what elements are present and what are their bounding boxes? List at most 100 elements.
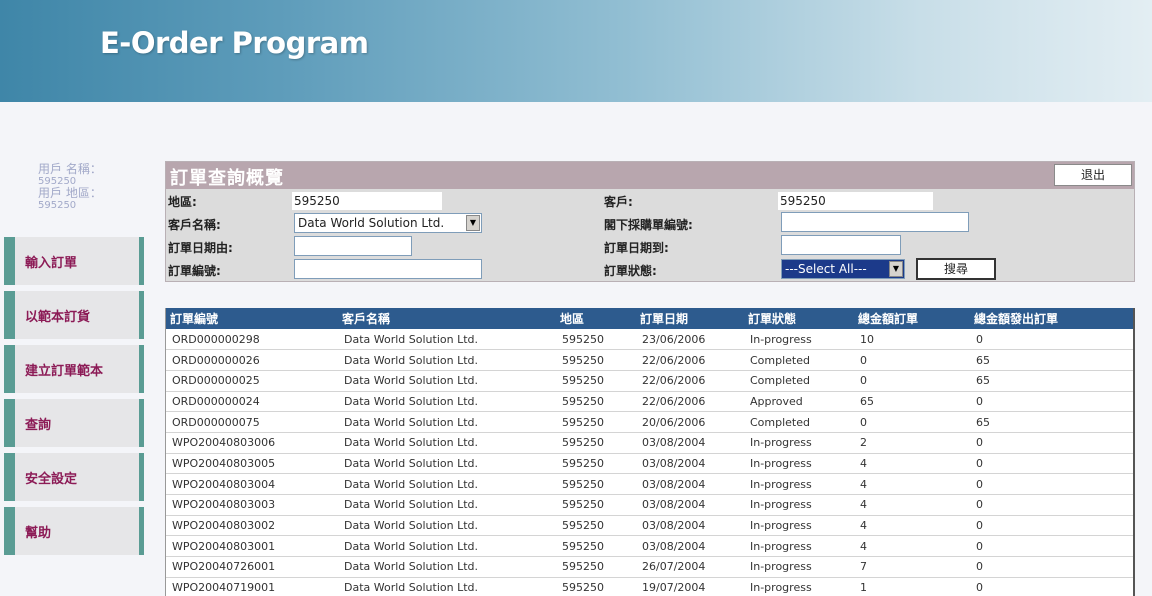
col-order-number-cell[interactable]: ORD000000024	[166, 391, 338, 413]
table-row[interactable]: WPO20040726001 Data World Solution Ltd. 59…	[166, 556, 1133, 578]
customer-name-select[interactable]: Data World Solution Ltd. ▼	[294, 213, 482, 233]
col-total-released-cell: 0	[970, 432, 1133, 454]
table-header-row: 訂單編號 客戶名稱 地區 訂單日期 訂單狀態 總金額訂單 總金額發出訂單	[166, 308, 1133, 329]
col-order-date-cell: 03/08/2004	[636, 515, 744, 537]
col-order-number-cell[interactable]: ORD000000025	[166, 370, 338, 392]
nav-item-security[interactable]: 安全設定	[4, 453, 144, 501]
col-total-released-cell: 0	[970, 453, 1133, 475]
order-status-select[interactable]: ---Select All--- ▼	[781, 259, 905, 279]
col-order-number-cell[interactable]: WPO20040726001	[166, 556, 338, 578]
table-row[interactable]: WPO20040803005 Data World Solution Ltd. 59…	[166, 453, 1133, 475]
col-order-date-cell: 23/06/2006	[636, 329, 744, 351]
nav-item-help[interactable]: 幫助	[4, 507, 144, 555]
order-number-label: 訂單編號:	[168, 264, 221, 278]
col-customer-name-cell: Data World Solution Ltd.	[338, 556, 556, 578]
col-customer-name-cell: Data World Solution Ltd.	[338, 329, 556, 351]
col-customer-name-cell: Data World Solution Ltd.	[338, 453, 556, 475]
col-order-date-header[interactable]: 訂單日期	[636, 308, 744, 329]
order-number-input[interactable]	[294, 259, 482, 279]
date-from-label: 訂單日期由:	[168, 241, 233, 255]
col-region-cell: 595250	[556, 556, 636, 578]
nav-item-create-template[interactable]: 建立訂單範本	[4, 345, 144, 393]
order-status-label: 訂單狀態:	[604, 264, 657, 278]
col-total-released-cell: 65	[970, 349, 1133, 371]
table-row[interactable]: WPO20040803001 Data World Solution Ltd. 59…	[166, 535, 1133, 558]
col-order-date-cell: 03/08/2004	[636, 473, 744, 495]
col-total-amount-cell: 1	[854, 577, 970, 596]
col-total-amount-cell: 0	[854, 411, 970, 433]
table-row[interactable]: WPO20040803004 Data World Solution Ltd. 59…	[166, 473, 1133, 495]
col-total-amount-cell: 4	[854, 473, 970, 495]
table-row[interactable]: ORD000000024 Data World Solution Ltd. 5952…	[166, 391, 1133, 413]
col-customer-name-cell: Data World Solution Ltd.	[338, 494, 556, 516]
col-order-status-cell: In-progress	[744, 432, 854, 454]
po-number-input[interactable]	[781, 212, 969, 232]
col-region-cell: 595250	[556, 535, 636, 558]
order-status-selected: ---Select All---	[785, 262, 867, 276]
user-info: 用戶 名稱： 595250 用戶 地區： 595250	[38, 163, 148, 212]
col-order-number-cell[interactable]: WPO20040803005	[166, 453, 338, 475]
logout-button[interactable]: 退出	[1054, 164, 1132, 186]
col-order-number-cell[interactable]: ORD000000026	[166, 349, 338, 371]
col-region-cell: 595250	[556, 329, 636, 351]
col-customer-name-cell: Data World Solution Ltd.	[338, 473, 556, 495]
col-order-date-cell: 03/08/2004	[636, 453, 744, 475]
customer-name-selected: Data World Solution Ltd.	[298, 216, 445, 230]
col-order-number-cell[interactable]: WPO20040803003	[166, 494, 338, 516]
col-order-number-cell[interactable]: WPO20040803006	[166, 432, 338, 454]
col-order-status-cell: Completed	[744, 349, 854, 371]
date-to-input[interactable]	[781, 235, 901, 255]
table-row[interactable]: WPO20040719001 Data World Solution Ltd. 59…	[166, 577, 1133, 596]
col-region-cell: 595250	[556, 515, 636, 537]
col-order-status-header[interactable]: 訂單狀態	[744, 308, 854, 329]
table-row[interactable]: ORD000000025 Data World Solution Ltd. 5952…	[166, 370, 1133, 392]
col-total-amount-cell: 10	[854, 329, 970, 351]
chevron-down-icon[interactable]: ▼	[889, 261, 903, 277]
chevron-down-icon[interactable]: ▼	[466, 215, 480, 231]
col-total-amount-cell: 4	[854, 515, 970, 537]
date-to-label: 訂單日期到:	[604, 241, 669, 255]
sidebar-nav: 輸入訂單 以範本訂貨 建立訂單範本 查詢 安全設定 幫助	[4, 237, 144, 561]
col-customer-name-header[interactable]: 客戶名稱	[338, 308, 556, 329]
col-total-released-cell: 0	[970, 473, 1133, 495]
table-row[interactable]: WPO20040803006 Data World Solution Ltd. 59…	[166, 432, 1133, 454]
col-total-amount-header[interactable]: 總金額訂單	[854, 308, 970, 329]
col-region-cell: 595250	[556, 473, 636, 495]
col-order-number-cell[interactable]: ORD000000298	[166, 329, 338, 351]
col-customer-name-cell: Data World Solution Ltd.	[338, 391, 556, 413]
table-row[interactable]: WPO20040803002 Data World Solution Ltd. 59…	[166, 515, 1133, 537]
table-row[interactable]: ORD000000075 Data World Solution Ltd. 5952…	[166, 411, 1133, 433]
col-total-released-header[interactable]: 總金額發出訂單	[970, 308, 1133, 329]
page-title: 訂單查詢概覽	[170, 168, 284, 189]
col-order-number-cell[interactable]: WPO20040803001	[166, 535, 338, 558]
customer-label: 客戶:	[604, 195, 633, 209]
user-region-value: 595250	[38, 200, 77, 211]
col-order-date-cell: 03/08/2004	[636, 535, 744, 558]
col-customer-name-cell: Data World Solution Ltd.	[338, 432, 556, 454]
table-row[interactable]: ORD000000298 Data World Solution Ltd. 5952…	[166, 329, 1133, 351]
col-region-header[interactable]: 地區	[556, 308, 636, 329]
nav-item-order-by-template[interactable]: 以範本訂貨	[4, 291, 144, 339]
col-total-amount-cell: 0	[854, 370, 970, 392]
region-label: 地區:	[168, 195, 197, 209]
col-order-date-cell: 19/07/2004	[636, 577, 744, 596]
col-order-date-cell: 03/08/2004	[636, 494, 744, 516]
col-total-amount-cell: 4	[854, 453, 970, 475]
app-title: E-Order Program	[100, 26, 369, 60]
col-total-released-cell: 0	[970, 556, 1133, 578]
col-order-number-cell[interactable]: WPO20040803002	[166, 515, 338, 537]
table-row[interactable]: ORD000000026 Data World Solution Ltd. 5952…	[166, 349, 1133, 371]
search-button[interactable]: 搜尋	[916, 258, 996, 280]
nav-item-new-order[interactable]: 輸入訂單	[4, 237, 144, 285]
col-order-status-cell: In-progress	[744, 556, 854, 578]
date-from-input[interactable]	[294, 236, 412, 256]
col-region-cell: 595250	[556, 577, 636, 596]
col-order-number-cell[interactable]: ORD000000075	[166, 411, 338, 433]
col-order-number-cell[interactable]: WPO20040719001	[166, 577, 338, 596]
col-order-number-header[interactable]: 訂單編號	[166, 308, 338, 329]
col-total-released-cell: 0	[970, 494, 1133, 516]
orders-table: 訂單編號 客戶名稱 地區 訂單日期 訂單狀態 總金額訂單 總金額發出訂單 ORD000000…	[166, 308, 1133, 596]
col-order-number-cell[interactable]: WPO20040803004	[166, 473, 338, 495]
nav-item-enquiry[interactable]: 查詢	[4, 399, 144, 447]
table-row[interactable]: WPO20040803003 Data World Solution Ltd. 59…	[166, 494, 1133, 516]
